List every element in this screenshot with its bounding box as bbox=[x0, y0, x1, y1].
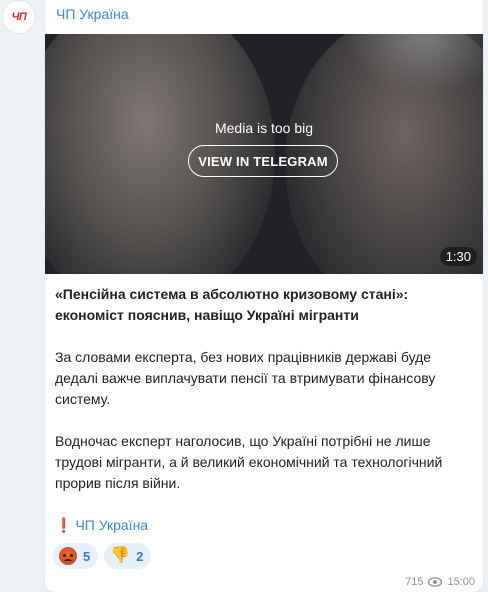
video-duration: 1:30 bbox=[439, 247, 477, 266]
message-time: 15:00 bbox=[447, 576, 475, 588]
channel-avatar[interactable]: ЧП bbox=[2, 0, 36, 34]
angry-face-icon bbox=[59, 547, 77, 565]
post-paragraph-1: За словами експерта, без нових працівник… bbox=[55, 349, 436, 407]
message-text: «Пенсійна система в абсолютно кризовому … bbox=[55, 284, 475, 536]
reaction-count: 5 bbox=[83, 548, 91, 564]
view-count: 715 bbox=[405, 576, 424, 588]
eye-icon bbox=[428, 577, 443, 587]
avatar-text: ЧП bbox=[11, 11, 27, 23]
post-signature: ❗ ЧП Україна bbox=[55, 515, 475, 536]
signature-channel-link[interactable]: ЧП Україна bbox=[75, 515, 148, 536]
exclamation-icon: ❗ bbox=[55, 517, 73, 533]
reaction-thumbs-down[interactable]: 👎 2 bbox=[104, 543, 152, 569]
view-in-telegram-button[interactable]: VIEW IN TELEGRAM bbox=[188, 145, 338, 177]
channel-name-link[interactable]: ЧП Україна bbox=[56, 6, 129, 22]
reactions-bar: 5 👎 2 bbox=[53, 543, 152, 569]
media-too-big-notice: Media is too big bbox=[214, 120, 314, 136]
message-bubble: ЧП Україна Media is too big VIEW IN TELE… bbox=[45, 0, 483, 592]
reaction-count: 2 bbox=[136, 548, 144, 564]
video-preview[interactable]: Media is too big VIEW IN TELEGRAM 1:30 bbox=[45, 34, 483, 274]
reaction-angry[interactable]: 5 bbox=[53, 543, 99, 569]
thumbs-down-icon: 👎 bbox=[110, 547, 131, 564]
message-meta: 715 15:00 bbox=[405, 576, 475, 588]
ukraine-flag-icon bbox=[154, 520, 170, 531]
post-paragraph-2: Водночас експерт наголосив, що Україні п… bbox=[55, 433, 443, 491]
post-title: «Пенсійна система в абсолютно кризовому … bbox=[55, 286, 409, 323]
